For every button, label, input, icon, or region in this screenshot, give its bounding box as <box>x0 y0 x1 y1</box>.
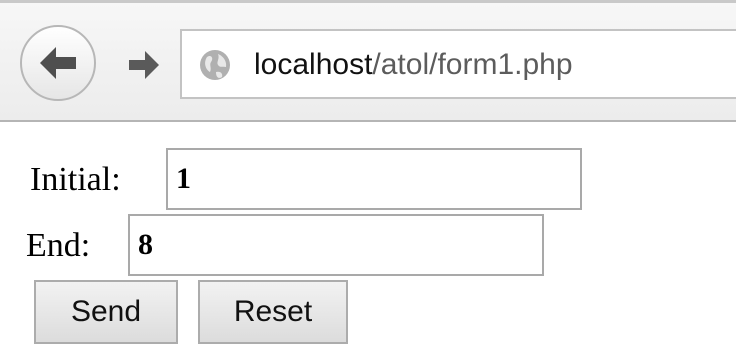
forward-button[interactable] <box>124 45 164 85</box>
reset-button[interactable]: Reset <box>198 280 348 344</box>
navigation-buttons <box>20 25 180 103</box>
browser-toolbar: localhost/atol/form1.php <box>0 0 736 122</box>
end-label: End: <box>26 227 91 264</box>
arrow-left-icon <box>40 47 76 79</box>
send-button[interactable]: Send <box>34 280 178 344</box>
arrow-right-icon <box>129 51 159 79</box>
end-input[interactable] <box>128 214 544 276</box>
initial-input[interactable] <box>166 148 582 210</box>
initial-label: Initial: <box>30 161 121 198</box>
globe-icon <box>200 50 230 80</box>
back-button[interactable] <box>20 25 96 101</box>
url-path: /atol/form1.php <box>372 48 573 81</box>
url-host: localhost <box>254 48 373 81</box>
address-bar[interactable]: localhost/atol/form1.php <box>180 29 736 99</box>
url-text: localhost/atol/form1.php <box>254 45 573 85</box>
